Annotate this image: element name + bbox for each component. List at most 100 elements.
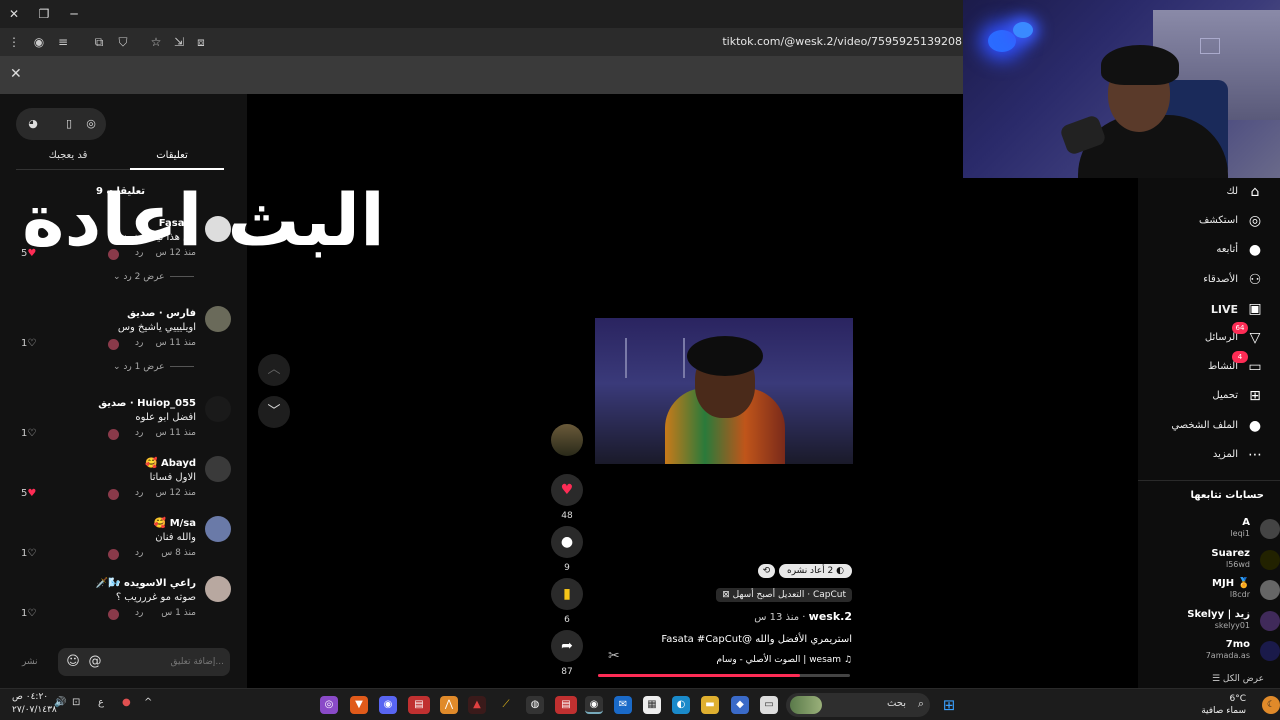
video-author[interactable]: wesk.2	[809, 610, 852, 623]
sidebar-item-more[interactable]: ⋯ المزيد	[1124, 445, 1264, 467]
app-icon[interactable]: ▲	[468, 696, 486, 714]
minimize-window-icon[interactable]: ─	[64, 4, 84, 24]
store-icon[interactable]: ▦	[643, 696, 661, 714]
obs-icon[interactable]: ◍	[526, 696, 544, 714]
weather-temp: 6°C	[1229, 694, 1246, 704]
see-all-button[interactable]: عرض الكل ☰	[1212, 674, 1264, 684]
close-window-icon[interactable]: ✕	[4, 4, 24, 24]
task-view-icon[interactable]: ▭	[760, 696, 778, 714]
comment-author[interactable]: Huiop_055 · صديق	[98, 398, 196, 409]
app-icon[interactable]: ⟋	[497, 696, 515, 714]
weather-widget[interactable]: 6°C سماء صافية	[1201, 693, 1246, 717]
video-progress-bar[interactable]	[598, 674, 850, 677]
comment-time: منذ 1 س	[161, 608, 196, 618]
comment-author[interactable]: راعي الاسويده 🌬️🗡️	[96, 578, 196, 589]
sidebar-item-compass[interactable]: ◎ استكشف	[1124, 211, 1264, 233]
shield-icon[interactable]: ⛉	[114, 33, 132, 51]
comment-input[interactable]	[124, 654, 224, 670]
phone-icon[interactable]: ▯	[60, 115, 78, 133]
extensions-icon[interactable]: ⧉	[90, 33, 108, 51]
network-icon[interactable]: ⊡	[72, 697, 80, 708]
search-icon: ⌕	[917, 697, 924, 710]
app-icon[interactable]: ◆	[731, 696, 749, 714]
following-account[interactable]: 7mo 7amada.as	[1138, 638, 1280, 668]
brave-icon[interactable]: ▼	[350, 696, 368, 714]
sidebar-item-profile[interactable]: ● الملف الشخصي	[1124, 416, 1264, 438]
menu-dots-icon[interactable]: ⋮	[5, 33, 23, 51]
sidebar-item-upload[interactable]: ⊞ تحميل	[1124, 386, 1264, 408]
avatar[interactable]	[205, 576, 231, 602]
emoji-icon[interactable]: ☺	[64, 653, 82, 671]
comment-author[interactable]: M/sa 🥰	[154, 518, 196, 529]
tab-you-may-like[interactable]: قد يعجبك	[16, 150, 120, 161]
taskbar-search[interactable]: بحث ⌕	[786, 693, 930, 717]
mention-icon[interactable]: @	[86, 653, 104, 671]
capcut-chip[interactable]: CapCut · التعديل أصبح أسهل ⊠	[716, 588, 852, 602]
next-video-button[interactable]: ﹀	[258, 396, 290, 428]
following-account[interactable]: Suarez l56wd	[1138, 547, 1280, 577]
post-button[interactable]: نشر	[22, 657, 38, 667]
chevron-up-icon[interactable]: ^	[144, 697, 152, 708]
video-player[interactable]	[595, 318, 853, 464]
like-video-button[interactable]: ♥	[551, 474, 583, 506]
reply-button[interactable]: رد	[135, 338, 143, 348]
edge-icon[interactable]: ◐	[672, 696, 690, 714]
following-account[interactable]: Skelyy | زيد skelyy01	[1138, 608, 1280, 638]
restore-window-icon[interactable]: ❐	[34, 4, 54, 24]
sidebar-item-live[interactable]: ▣ LIVE	[1124, 299, 1264, 321]
sidebar-item-messages[interactable]: ▽ الرسائل 64	[1124, 322, 1264, 350]
file-explorer-icon[interactable]: ▬	[701, 696, 719, 714]
windows-start-icon[interactable]: ⊞	[940, 696, 958, 714]
avatar[interactable]	[205, 516, 231, 542]
following-account[interactable]: MJH 🏅 l8cdr	[1138, 577, 1280, 607]
discord-icon[interactable]: ◉	[379, 696, 397, 714]
system-clock[interactable]: ٠٤:٢٠ ص ٢٧/٠٧/١٤٣٨	[12, 691, 57, 717]
like-button[interactable]: 5♥	[21, 488, 36, 499]
comment-video-button[interactable]: ●	[551, 526, 583, 558]
avatar[interactable]	[205, 456, 231, 482]
sidebar-item-friends[interactable]: ⚇ الأصدقاء	[1124, 270, 1264, 292]
reply-button[interactable]: رد	[135, 608, 143, 618]
avatar[interactable]	[205, 396, 231, 422]
like-button[interactable]: 1♡	[21, 548, 36, 559]
app-icon[interactable]: ◎	[320, 696, 338, 714]
following-account[interactable]: Aleqi1	[1138, 516, 1280, 546]
previous-video-button[interactable]: ︿	[258, 354, 290, 386]
bookmark-star-icon[interactable]: ☆	[147, 33, 165, 51]
comment-author[interactable]: فارس · صديق	[127, 308, 196, 319]
chrome-icon[interactable]: ◉	[585, 696, 603, 714]
voicemeeter-icon[interactable]: ▤	[408, 696, 430, 714]
microphone-icon[interactable]: ●	[122, 697, 131, 708]
like-button[interactable]: 1♡	[21, 608, 36, 619]
like-button[interactable]: 1♡	[21, 428, 36, 439]
install-app-icon[interactable]: ⇲	[170, 33, 188, 51]
comment-author[interactable]: Abayd 🥰	[145, 458, 196, 469]
sidebar-item-activity[interactable]: ▭ النشاط 4	[1124, 351, 1264, 379]
reply-button[interactable]: رد	[135, 428, 143, 438]
close-icon[interactable]: ✕	[10, 66, 22, 82]
avatar-icon[interactable]: ◕	[24, 115, 42, 133]
sidebar-item-following[interactable]: ● أتابعه	[1124, 240, 1264, 262]
app-icon[interactable]: ⋀	[440, 696, 458, 714]
cast-icon[interactable]: ⧈	[192, 33, 210, 51]
outlook-icon[interactable]: ✉	[614, 696, 632, 714]
tab-comments[interactable]: تعليقات	[120, 150, 224, 161]
avatar[interactable]	[205, 306, 231, 332]
sidebar-item-home[interactable]: ⌂ لك	[1124, 182, 1264, 204]
view-replies-button[interactable]: ⌄ عرض 2 رد	[113, 272, 195, 282]
profile-icon[interactable]: ◉	[30, 33, 48, 51]
reply-button[interactable]: رد	[135, 488, 143, 498]
creator-avatar[interactable]	[551, 424, 583, 456]
address-bar[interactable]: tiktok.com/@wesk.2/video/7595925139208	[722, 35, 962, 48]
reply-button[interactable]: رد	[135, 548, 143, 558]
view-replies-button[interactable]: ⌄ عرض 1 رد	[113, 362, 195, 372]
reading-list-icon[interactable]: ≡	[54, 33, 72, 51]
input-language[interactable]: ع	[98, 697, 104, 708]
voicemeeter-icon[interactable]: ▤	[555, 696, 577, 714]
music-title[interactable]: wesam | الصوت الأصلي - وسام	[716, 655, 841, 665]
like-button[interactable]: 1♡	[21, 338, 36, 349]
compass-icon[interactable]: ◎	[82, 115, 100, 133]
repost-icon[interactable]: ⟲	[757, 564, 776, 578]
volume-icon[interactable]: 🔊	[54, 697, 66, 708]
repost-chip[interactable]: ◐ 2 أعاد نشره	[778, 564, 852, 578]
